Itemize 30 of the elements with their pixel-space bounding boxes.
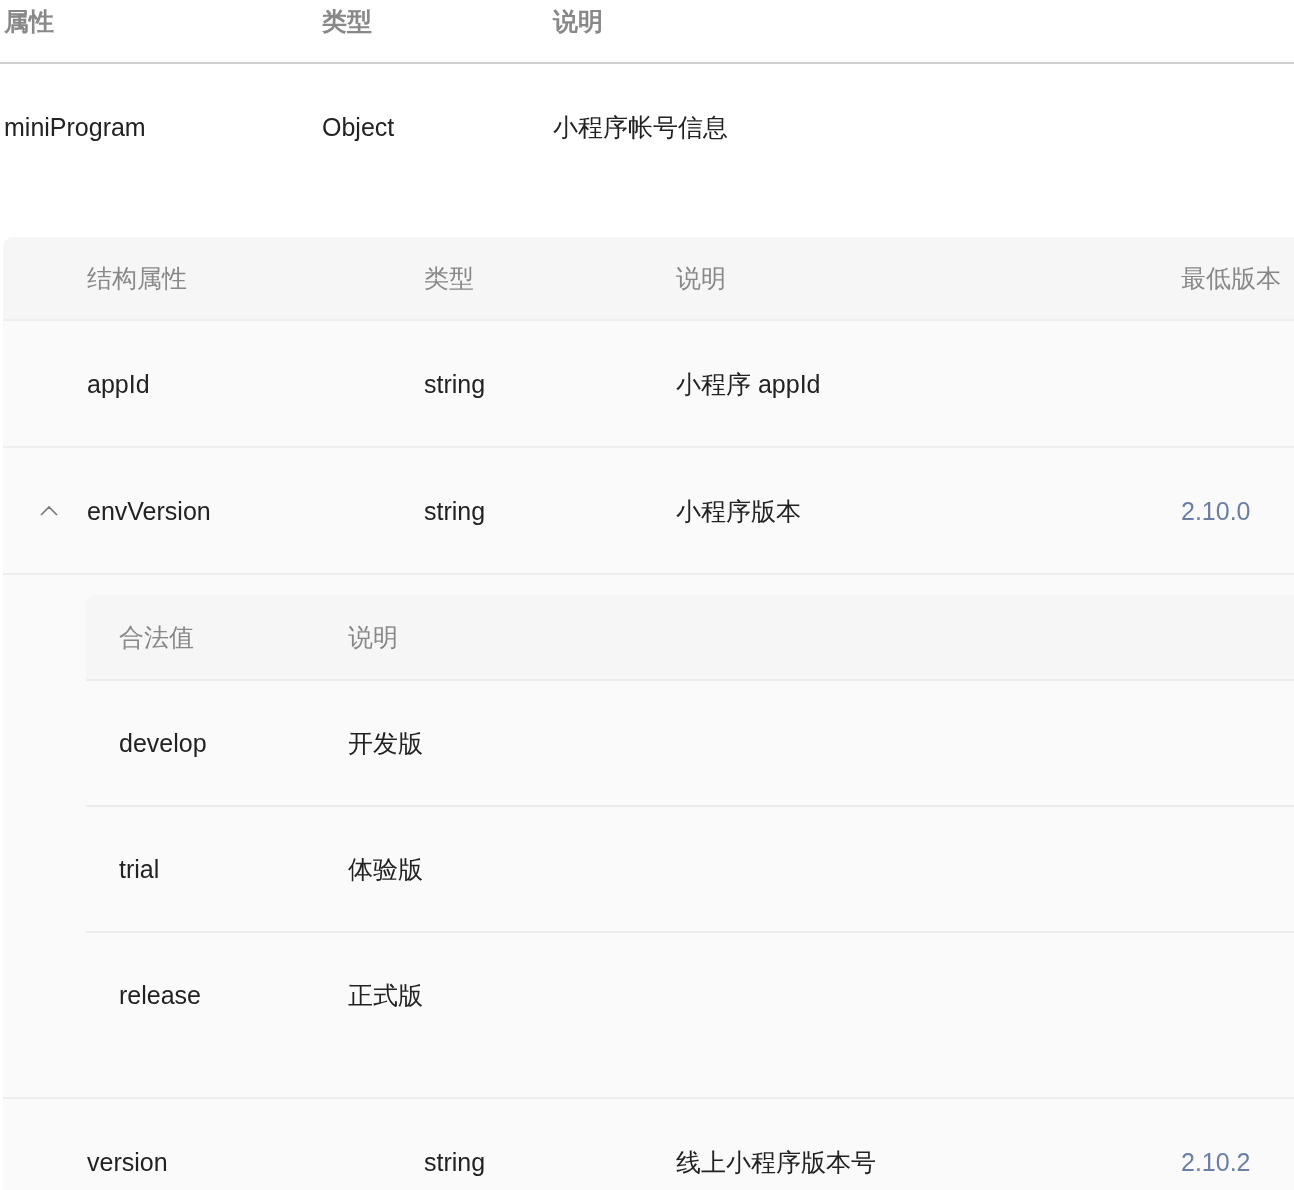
table-cell-text: develop xyxy=(118,728,208,759)
table-cell-text: 正式版 xyxy=(348,980,423,1011)
table-cell-text: release xyxy=(118,980,202,1011)
table-cell-text: 小程序 appId xyxy=(676,368,822,400)
table-cell-text: trial xyxy=(118,854,161,885)
table-cell-text: version xyxy=(87,1146,169,1178)
table-cell-text: envVersion xyxy=(87,495,212,527)
table-cell-text: string xyxy=(424,495,487,527)
table-cell-text: 小程序版本 xyxy=(676,495,802,527)
table-cell-text: 线上小程序版本号 xyxy=(676,1146,877,1178)
table-cell-text: string xyxy=(424,368,487,400)
column-header: 说明 xyxy=(553,6,603,37)
expand-toggle[interactable] xyxy=(40,505,58,516)
column-header: 说明 xyxy=(348,622,398,653)
version-link[interactable]: 2.10.2 xyxy=(1181,1145,1294,1178)
version-link[interactable]: 2.10.0 xyxy=(1181,494,1294,527)
column-header: 最低版本 xyxy=(1181,263,1282,294)
column-header: 类型 xyxy=(424,263,475,294)
column-header: 类型 xyxy=(322,6,373,37)
table-cell-text: miniProgram xyxy=(3,112,147,143)
table-cell-text: 体验版 xyxy=(348,854,423,885)
table-cell-text: appId xyxy=(87,368,151,400)
table-cell-text: 小程序帐号信息 xyxy=(553,112,728,143)
table-cell-text: Object xyxy=(322,112,396,143)
table-cell-text: 开发版 xyxy=(348,728,423,759)
column-header: 属性 xyxy=(3,6,55,37)
table-cell-text: string xyxy=(424,1146,487,1178)
column-header: 结构属性 xyxy=(87,263,188,294)
column-header: 合法值 xyxy=(118,622,195,653)
column-header: 说明 xyxy=(676,263,727,294)
